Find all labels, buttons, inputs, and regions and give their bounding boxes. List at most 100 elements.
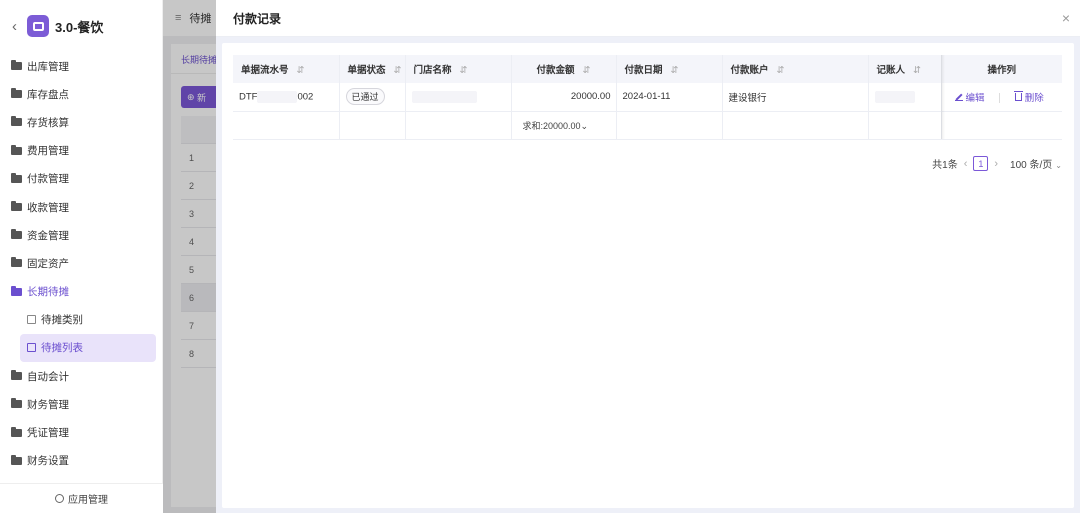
fixed-column-shadow (941, 55, 945, 139)
column-label: 付款金额 (536, 65, 575, 76)
sidebar-item-label: 待摊类别 (41, 314, 83, 327)
page-number-button[interactable]: 1 (973, 156, 989, 171)
amount-sum-select[interactable]: 求和:20000.00⌄ (511, 111, 617, 140)
app-logo-icon (27, 15, 49, 37)
sort-icon[interactable]: ⇵ (913, 65, 921, 76)
amount-cell: 20000.00 (511, 83, 617, 112)
folder-icon (11, 172, 22, 183)
sidebar-item-label: 费用管理 (27, 145, 69, 158)
column-header-bookkeeper[interactable]: 记账人 ⇵ (868, 55, 942, 83)
pagination: 共1条 ‹ 1 › 100 条/页 ⌄ (932, 156, 1062, 171)
column-header-account[interactable]: 付款账户 ⇵ (722, 55, 869, 83)
sidebar-menu: 出库管理 库存盘点 存货核算 费用管理 付款管理 收款管理 资金管理 固定资产 … (0, 52, 162, 475)
summary-cell (233, 111, 340, 140)
drawer-title: 付款记录 (233, 11, 282, 26)
sidebar-item-outbound[interactable]: 出库管理 (0, 52, 162, 80)
column-header-store[interactable]: 门店名称 ⇵ (405, 55, 512, 83)
sort-icon[interactable]: ⇵ (297, 65, 305, 76)
folder-icon (11, 398, 22, 409)
column-header-status[interactable]: 单据状态 ⇵ (339, 55, 406, 83)
action-divider (999, 93, 1001, 104)
sidebar-item-long-term-prepaid[interactable]: 长期待摊 (0, 278, 162, 306)
delete-label: 删除 (1024, 92, 1044, 104)
sidebar-item-label: 长期待摊 (27, 286, 69, 299)
redacted-block (411, 90, 477, 103)
column-header-serial[interactable]: 单据流水号 ⇵ (233, 55, 340, 83)
summary-cell (941, 111, 1062, 140)
serial-cell: DTF 002 (233, 83, 340, 112)
drawer-header: 付款记录 (216, 0, 1080, 37)
sidebar-item-label: 资金管理 (27, 229, 69, 242)
folder-icon (11, 426, 22, 437)
drawer-mask[interactable] (163, 0, 216, 513)
summary-cell (339, 111, 406, 140)
folder-icon (11, 201, 22, 212)
folder-icon (11, 116, 22, 127)
sidebar-item-label: 收款管理 (27, 201, 69, 214)
folder-icon (11, 144, 22, 155)
sort-icon[interactable]: ⇵ (777, 65, 785, 76)
edit-label: 编辑 (965, 92, 985, 104)
sidebar-subitem-prepaid-list[interactable]: 待摊列表 (20, 333, 156, 363)
sidebar-item-inventory-count[interactable]: 库存盘点 (0, 80, 162, 108)
sort-icon[interactable]: ⇵ (583, 65, 591, 76)
sidebar-item-voucher[interactable]: 凭证管理 (0, 418, 162, 446)
form-icon (27, 343, 36, 353)
sort-icon[interactable]: ⇵ (460, 65, 468, 76)
folder-open-icon (11, 285, 22, 296)
sidebar-item-label: 财务管理 (27, 398, 69, 411)
summary-cell (722, 111, 869, 140)
app-management-label: 应用管理 (68, 495, 108, 506)
delete-button[interactable]: 删除 (1013, 90, 1044, 104)
summary-cell (868, 111, 942, 140)
sort-icon[interactable]: ⇵ (671, 65, 679, 76)
column-label: 门店名称 (413, 65, 452, 76)
app-management-button[interactable]: 应用管理 (0, 483, 163, 513)
summary-cell (405, 111, 512, 140)
folder-icon (11, 454, 22, 465)
sidebar-item-fixed-assets[interactable]: 固定资产 (0, 249, 162, 277)
summary-row: 求和:20000.00⌄ (233, 111, 1062, 140)
chevron-down-icon: ⌄ (1055, 161, 1062, 170)
sidebar-item-receipt[interactable]: 收款管理 (0, 193, 162, 221)
serial-suffix: 002 (297, 91, 314, 103)
page-size-value: 100 条/页 (1010, 160, 1053, 171)
prev-page-icon[interactable]: ‹ (964, 158, 968, 170)
sidebar-item-payment[interactable]: 付款管理 (0, 165, 162, 193)
column-label: 单据状态 (347, 65, 386, 76)
actions-cell: 编辑 删除 (941, 83, 1062, 112)
next-page-icon[interactable]: › (994, 158, 998, 170)
sidebar-item-stock-accounting[interactable]: 存货核算 (0, 108, 162, 136)
sidebar-header: ‹ 3.0-餐饮 (0, 0, 162, 52)
column-header-amount[interactable]: 付款金额 ⇵ (511, 55, 617, 83)
sidebar-subitem-prepaid-category[interactable]: 待摊类别 (0, 306, 162, 334)
payment-records-drawer: 付款记录 × 单据流水号 ⇵ 单据状态 ⇵ 门店名称 ⇵ 付款金额 ⇵ 付款日期 ⇵ 付款… (216, 0, 1080, 513)
edit-button[interactable]: 编辑 (954, 90, 985, 104)
close-icon[interactable]: × (1062, 10, 1070, 26)
sidebar-item-label: 付款管理 (27, 173, 69, 186)
sort-icon[interactable]: ⇵ (394, 65, 402, 76)
page-size-select[interactable]: 100 条/页 ⌄ (1010, 156, 1062, 171)
column-label: 记账人 (876, 65, 906, 76)
sidebar-item-label: 出库管理 (27, 60, 69, 73)
sidebar-item-label: 库存盘点 (27, 88, 69, 101)
sidebar-item-expense[interactable]: 费用管理 (0, 137, 162, 165)
store-cell (405, 83, 512, 112)
sidebar-item-funds[interactable]: 资金管理 (0, 221, 162, 249)
folder-icon (11, 88, 22, 99)
back-chevron-icon[interactable]: ‹ (12, 18, 17, 35)
redacted-block (257, 90, 298, 103)
pagination-total: 共1条 (932, 160, 958, 171)
column-label: 付款日期 (624, 65, 663, 76)
amount-sum-value: 求和:20000.00 (522, 120, 581, 131)
column-header-date[interactable]: 付款日期 ⇵ (616, 55, 723, 83)
sidebar-item-label: 自动会计 (27, 370, 69, 383)
sidebar-item-finance-settings[interactable]: 财务设置 (0, 447, 162, 475)
form-icon (27, 315, 36, 325)
status-badge: 已通过 (345, 88, 385, 106)
account-cell: 建设银行 (722, 83, 869, 112)
payment-records-table: 单据流水号 ⇵ 单据状态 ⇵ 门店名称 ⇵ 付款金额 ⇵ 付款日期 ⇵ 付款账户 ⇵ 记账人… (233, 55, 1062, 140)
sidebar-item-finance[interactable]: 财务管理 (0, 390, 162, 418)
table-row: DTF 002 已通过 20000.00 2024-01-11 建设银行 编辑 删… (233, 83, 1062, 112)
sidebar-item-auto-accounting[interactable]: 自动会计 (0, 362, 162, 390)
